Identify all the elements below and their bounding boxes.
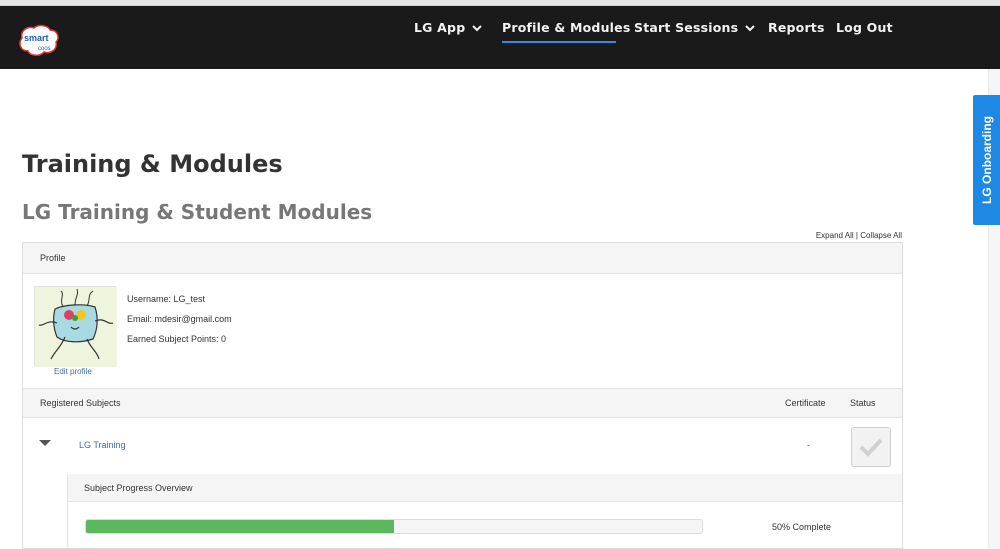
edit-profile-link[interactable]: Edit profile <box>54 367 92 376</box>
smartcoos-logo[interactable]: smart coos <box>18 24 60 58</box>
expand-all-link[interactable]: Expand All <box>816 231 854 240</box>
certificate-column-header: Certificate <box>785 398 826 408</box>
nav-start-sessions[interactable]: Start Sessions <box>634 20 756 35</box>
status-checkbox <box>851 427 891 467</box>
svg-text:coos: coos <box>38 46 51 52</box>
checkmark-icon <box>859 438 883 457</box>
progress-bar-fill <box>86 520 394 533</box>
nav-profile-modules[interactable]: Profile & Modules <box>502 20 630 35</box>
monster-avatar-image <box>35 287 117 367</box>
chevron-down-icon <box>745 24 755 31</box>
top-navbar: smart coos LG App Profile & Modules Star… <box>0 6 1000 69</box>
registered-subjects-header: Registered Subjects Certificate Status <box>23 388 902 418</box>
subject-row: LG Training - <box>23 418 902 474</box>
active-nav-underline <box>502 41 616 43</box>
collapse-caret-icon[interactable] <box>39 440 51 446</box>
nav-reports-label: Reports <box>768 20 825 35</box>
nav-lg-app-label: LG App <box>414 20 466 35</box>
registered-subjects-label: Registered Subjects <box>40 398 121 408</box>
nav-reports[interactable]: Reports <box>768 20 825 35</box>
lg-onboarding-tab[interactable]: LG Onboarding <box>973 95 1000 225</box>
points-text: Earned Subject Points: 0 <box>127 334 227 344</box>
expand-separator: | <box>855 231 858 240</box>
progress-overview-header: Subject Progress Overview <box>68 474 902 502</box>
page-title: Training & Modules <box>22 150 283 178</box>
status-column-header: Status <box>850 398 876 408</box>
page-subtitle: LG Training & Student Modules <box>22 200 373 224</box>
nav-profile-modules-label: Profile & Modules <box>502 20 631 35</box>
expand-collapse-links: Expand All | Collapse All <box>816 231 902 240</box>
nav-log-out[interactable]: Log Out <box>836 20 893 35</box>
certificate-value: - <box>807 440 810 450</box>
email-text: Email: mdesir@gmail.com <box>127 314 232 324</box>
subject-progress-section: Subject Progress Overview 50% Complete <box>67 474 902 549</box>
nav-start-sessions-label: Start Sessions <box>634 20 739 35</box>
profile-header: Profile <box>23 243 902 274</box>
nav-log-out-label: Log Out <box>836 20 893 35</box>
chevron-down-icon <box>472 24 483 31</box>
svg-text:smart: smart <box>24 33 49 43</box>
avatar <box>34 286 117 367</box>
progress-bar <box>85 519 703 534</box>
collapse-all-link[interactable]: Collapse All <box>860 231 902 240</box>
lg-onboarding-label: LG Onboarding <box>979 116 994 204</box>
training-panel: Profile Edit profile Username: LG_test E… <box>22 242 903 549</box>
username-text: Username: LG_test <box>127 294 206 304</box>
nav-lg-app[interactable]: LG App <box>414 20 483 35</box>
progress-percent-label: 50% Complete <box>772 522 832 532</box>
subject-name-link[interactable]: LG Training <box>79 440 126 450</box>
